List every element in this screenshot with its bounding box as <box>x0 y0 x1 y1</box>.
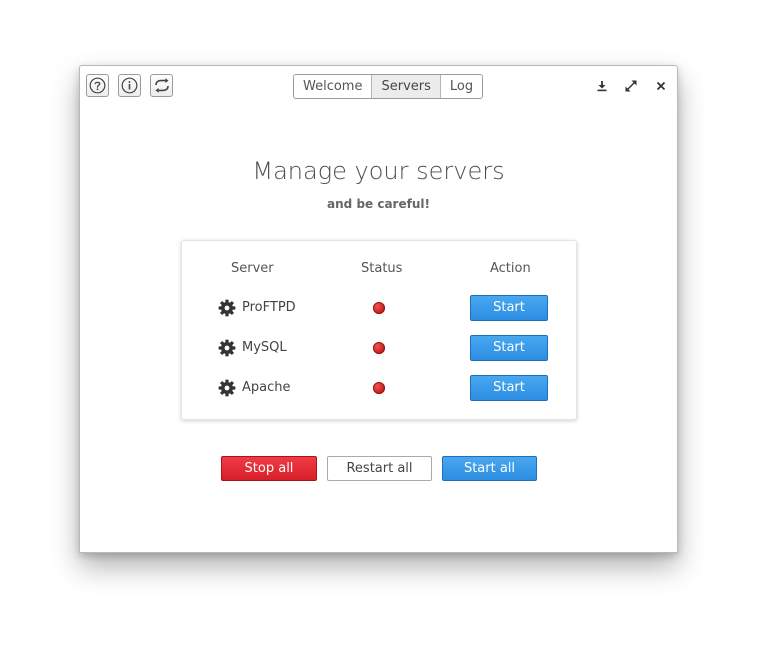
app-window: Welcome Servers Log Manage your servers … <box>79 65 678 553</box>
gear-icon[interactable] <box>218 339 236 357</box>
start-all-button[interactable]: Start all <box>442 456 537 481</box>
servers-table: Server Status Action ProFTPD Start MySQL… <box>181 240 577 420</box>
status-indicator <box>373 342 385 354</box>
column-header-server: Server <box>231 261 274 276</box>
page-subtitle: and be careful! <box>327 197 430 211</box>
help-button[interactable] <box>86 74 109 97</box>
server-name: ProFTPD <box>242 300 296 315</box>
sync-icon <box>154 78 169 93</box>
start-apache-button[interactable]: Start <box>470 375 548 401</box>
download-button[interactable] <box>592 76 612 96</box>
start-mysql-button[interactable]: Start <box>470 335 548 361</box>
close-button[interactable] <box>651 76 671 96</box>
status-indicator <box>373 382 385 394</box>
table-row: Apache Start <box>182 375 576 401</box>
column-header-status: Status <box>361 261 403 276</box>
info-button[interactable] <box>118 74 141 97</box>
close-icon <box>656 81 666 91</box>
refresh-button[interactable] <box>150 74 173 97</box>
server-name: MySQL <box>242 340 287 355</box>
start-proftpd-button[interactable]: Start <box>470 295 548 321</box>
page-title: Manage your servers <box>252 157 505 185</box>
server-name: Apache <box>242 380 291 395</box>
tab-servers[interactable]: Servers <box>372 75 441 98</box>
gear-icon[interactable] <box>218 299 236 317</box>
gear-icon[interactable] <box>218 379 236 397</box>
tab-bar: Welcome Servers Log <box>293 74 484 99</box>
table-row: MySQL Start <box>182 335 576 361</box>
info-circle-icon <box>121 77 138 94</box>
tab-log[interactable]: Log <box>440 75 483 98</box>
column-header-action: Action <box>490 261 531 276</box>
question-circle-icon <box>89 77 106 94</box>
status-indicator <box>373 302 385 314</box>
stop-all-button[interactable]: Stop all <box>221 456 317 481</box>
tab-welcome[interactable]: Welcome <box>294 75 373 98</box>
table-row: ProFTPD Start <box>182 295 576 321</box>
fullscreen-button[interactable] <box>621 76 641 96</box>
restart-all-button[interactable]: Restart all <box>327 456 432 481</box>
expand-icon <box>625 80 637 92</box>
download-icon <box>597 81 607 92</box>
